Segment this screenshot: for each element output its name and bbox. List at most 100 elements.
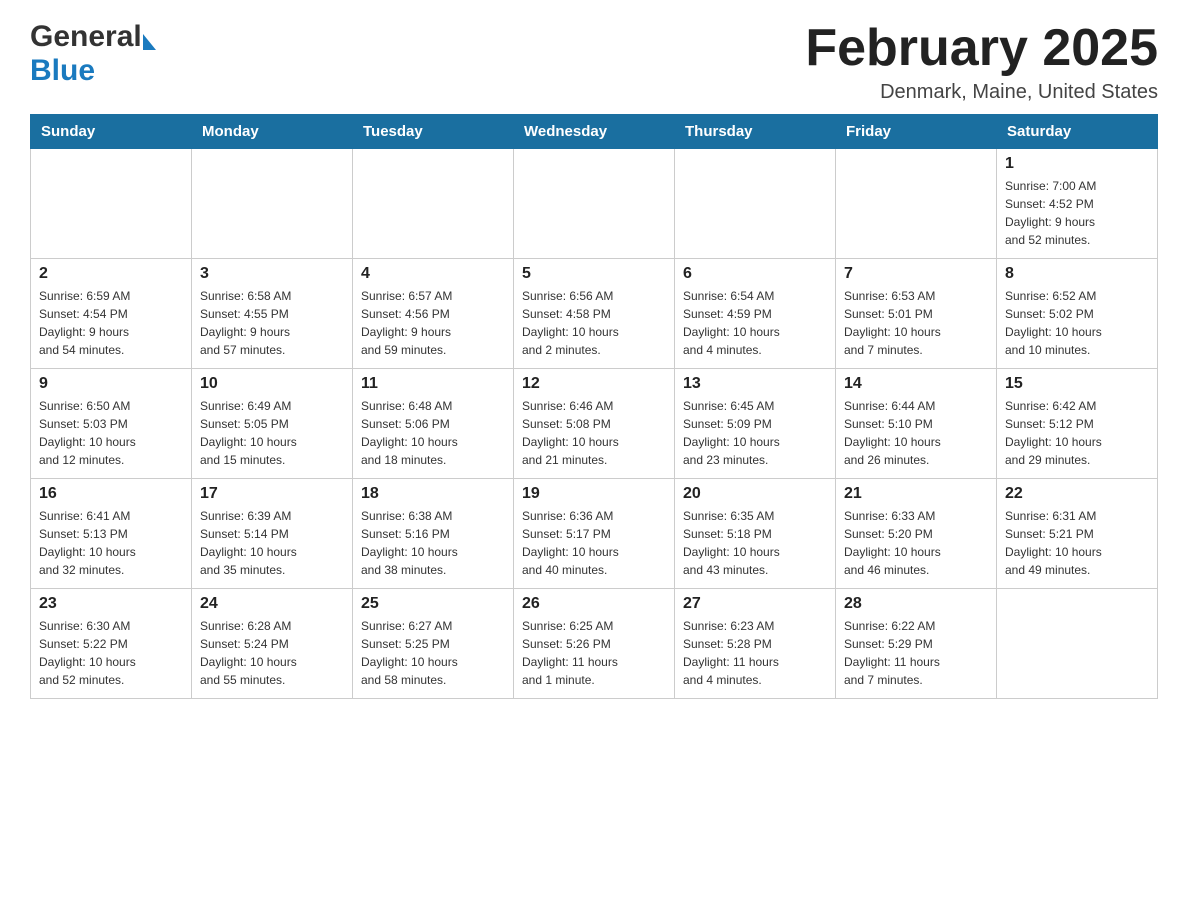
calendar-cell (514, 149, 675, 259)
calendar-cell: 12 Sunrise: 6:46 AMSunset: 5:08 PMDayligh… (514, 369, 675, 479)
day-info: Sunrise: 7:00 AMSunset: 4:52 PMDaylight:… (1005, 177, 1149, 249)
day-info: Sunrise: 6:44 AMSunset: 5:10 PMDaylight:… (844, 397, 988, 469)
day-info: Sunrise: 6:35 AMSunset: 5:18 PMDaylight:… (683, 507, 827, 579)
day-header-friday: Friday (836, 115, 997, 149)
day-number: 25 (361, 595, 505, 613)
day-header-sunday: Sunday (31, 115, 192, 149)
day-info: Sunrise: 6:28 AMSunset: 5:24 PMDaylight:… (200, 617, 344, 689)
calendar-cell: 16 Sunrise: 6:41 AMSunset: 5:13 PMDayligh… (31, 479, 192, 589)
day-info: Sunrise: 6:33 AMSunset: 5:20 PMDaylight:… (844, 507, 988, 579)
day-info: Sunrise: 6:53 AMSunset: 5:01 PMDaylight:… (844, 287, 988, 359)
day-info: Sunrise: 6:56 AMSunset: 4:58 PMDaylight:… (522, 287, 666, 359)
location-text: Denmark, Maine, United States (805, 81, 1158, 104)
day-number: 22 (1005, 485, 1149, 503)
day-header-tuesday: Tuesday (353, 115, 514, 149)
day-info: Sunrise: 6:27 AMSunset: 5:25 PMDaylight:… (361, 617, 505, 689)
day-header-saturday: Saturday (997, 115, 1158, 149)
calendar-week-1: 1 Sunrise: 7:00 AMSunset: 4:52 PMDaylight… (31, 149, 1158, 259)
calendar-cell (353, 149, 514, 259)
day-number: 3 (200, 265, 344, 283)
day-number: 6 (683, 265, 827, 283)
day-header-wednesday: Wednesday (514, 115, 675, 149)
calendar-cell (192, 149, 353, 259)
calendar-body: 1 Sunrise: 7:00 AMSunset: 4:52 PMDaylight… (31, 149, 1158, 699)
day-info: Sunrise: 6:50 AMSunset: 5:03 PMDaylight:… (39, 397, 183, 469)
calendar-week-5: 23Sunrise: 6:30 AMSunset: 5:22 PMDayligh… (31, 589, 1158, 699)
day-number: 26 (522, 595, 666, 613)
day-info: Sunrise: 6:52 AMSunset: 5:02 PMDaylight:… (1005, 287, 1149, 359)
calendar-cell: 19 Sunrise: 6:36 AMSunset: 5:17 PMDayligh… (514, 479, 675, 589)
day-info: Sunrise: 6:42 AMSunset: 5:12 PMDaylight:… (1005, 397, 1149, 469)
calendar-cell: 26 Sunrise: 6:25 AMSunset: 5:26 PMDayligh… (514, 589, 675, 699)
calendar-cell: 2Sunrise: 6:59 AMSunset: 4:54 PMDaylight… (31, 259, 192, 369)
day-info: Sunrise: 6:45 AMSunset: 5:09 PMDaylight:… (683, 397, 827, 469)
logo-general-text: General (30, 20, 142, 54)
day-number: 27 (683, 595, 827, 613)
calendar-cell (675, 149, 836, 259)
day-info: Sunrise: 6:59 AMSunset: 4:54 PMDaylight:… (39, 287, 183, 359)
title-section: February 2025 Denmark, Maine, United Sta… (805, 20, 1158, 104)
day-number: 12 (522, 375, 666, 393)
calendar-week-4: 16 Sunrise: 6:41 AMSunset: 5:13 PMDayligh… (31, 479, 1158, 589)
calendar-cell (997, 589, 1158, 699)
calendar-week-3: 9 Sunrise: 6:50 AMSunset: 5:03 PMDaylight… (31, 369, 1158, 479)
day-number: 4 (361, 265, 505, 283)
day-number: 18 (361, 485, 505, 503)
month-title: February 2025 (805, 20, 1158, 77)
calendar-cell: 10Sunrise: 6:49 AMSunset: 5:05 PMDayligh… (192, 369, 353, 479)
calendar-cell: 22Sunrise: 6:31 AMSunset: 5:21 PMDayligh… (997, 479, 1158, 589)
day-info: Sunrise: 6:38 AMSunset: 5:16 PMDaylight:… (361, 507, 505, 579)
day-info: Sunrise: 6:54 AMSunset: 4:59 PMDaylight:… (683, 287, 827, 359)
logo-triangle-icon (143, 34, 156, 50)
calendar-cell: 18 Sunrise: 6:38 AMSunset: 5:16 PMDayligh… (353, 479, 514, 589)
calendar-cell: 3 Sunrise: 6:58 AMSunset: 4:55 PMDaylight… (192, 259, 353, 369)
day-info: Sunrise: 6:22 AMSunset: 5:29 PMDaylight:… (844, 617, 988, 689)
logo-blue-text: Blue (30, 54, 95, 88)
day-header-thursday: Thursday (675, 115, 836, 149)
calendar-cell (31, 149, 192, 259)
day-number: 28 (844, 595, 988, 613)
calendar-cell: 6 Sunrise: 6:54 AMSunset: 4:59 PMDaylight… (675, 259, 836, 369)
calendar-cell: 8 Sunrise: 6:52 AMSunset: 5:02 PMDaylight… (997, 259, 1158, 369)
calendar-week-2: 2Sunrise: 6:59 AMSunset: 4:54 PMDaylight… (31, 259, 1158, 369)
day-info: Sunrise: 6:58 AMSunset: 4:55 PMDaylight:… (200, 287, 344, 359)
calendar-header: SundayMondayTuesdayWednesdayThursdayFrid… (31, 115, 1158, 149)
day-info: Sunrise: 6:49 AMSunset: 5:05 PMDaylight:… (200, 397, 344, 469)
calendar-cell: 7 Sunrise: 6:53 AMSunset: 5:01 PMDaylight… (836, 259, 997, 369)
day-number: 11 (361, 375, 505, 393)
calendar-cell: 11 Sunrise: 6:48 AMSunset: 5:06 PMDayligh… (353, 369, 514, 479)
day-info: Sunrise: 6:41 AMSunset: 5:13 PMDaylight:… (39, 507, 183, 579)
days-of-week-row: SundayMondayTuesdayWednesdayThursdayFrid… (31, 115, 1158, 149)
day-info: Sunrise: 6:36 AMSunset: 5:17 PMDaylight:… (522, 507, 666, 579)
day-info: Sunrise: 6:39 AMSunset: 5:14 PMDaylight:… (200, 507, 344, 579)
day-number: 5 (522, 265, 666, 283)
calendar-cell: 15Sunrise: 6:42 AMSunset: 5:12 PMDayligh… (997, 369, 1158, 479)
day-number: 7 (844, 265, 988, 283)
day-number: 19 (522, 485, 666, 503)
day-info: Sunrise: 6:57 AMSunset: 4:56 PMDaylight:… (361, 287, 505, 359)
day-header-monday: Monday (192, 115, 353, 149)
calendar-cell: 21 Sunrise: 6:33 AMSunset: 5:20 PMDayligh… (836, 479, 997, 589)
day-info: Sunrise: 6:48 AMSunset: 5:06 PMDaylight:… (361, 397, 505, 469)
day-info: Sunrise: 6:25 AMSunset: 5:26 PMDaylight:… (522, 617, 666, 689)
day-number: 16 (39, 485, 183, 503)
logo: General Blue (30, 20, 156, 88)
day-number: 1 (1005, 155, 1149, 173)
day-number: 23 (39, 595, 183, 613)
page-header: General Blue February 2025 Denmark, Main… (30, 20, 1158, 104)
day-info: Sunrise: 6:46 AMSunset: 5:08 PMDaylight:… (522, 397, 666, 469)
calendar-cell: 28 Sunrise: 6:22 AMSunset: 5:29 PMDayligh… (836, 589, 997, 699)
day-number: 8 (1005, 265, 1149, 283)
calendar-cell: 4 Sunrise: 6:57 AMSunset: 4:56 PMDaylight… (353, 259, 514, 369)
calendar-cell: 5 Sunrise: 6:56 AMSunset: 4:58 PMDaylight… (514, 259, 675, 369)
calendar-cell: 17Sunrise: 6:39 AMSunset: 5:14 PMDayligh… (192, 479, 353, 589)
day-number: 21 (844, 485, 988, 503)
calendar-cell: 13 Sunrise: 6:45 AMSunset: 5:09 PMDayligh… (675, 369, 836, 479)
calendar-cell (836, 149, 997, 259)
calendar-cell: 27Sunrise: 6:23 AMSunset: 5:28 PMDayligh… (675, 589, 836, 699)
calendar-cell: 24 Sunrise: 6:28 AMSunset: 5:24 PMDayligh… (192, 589, 353, 699)
day-number: 24 (200, 595, 344, 613)
day-number: 9 (39, 375, 183, 393)
day-number: 13 (683, 375, 827, 393)
calendar-cell: 23Sunrise: 6:30 AMSunset: 5:22 PMDayligh… (31, 589, 192, 699)
